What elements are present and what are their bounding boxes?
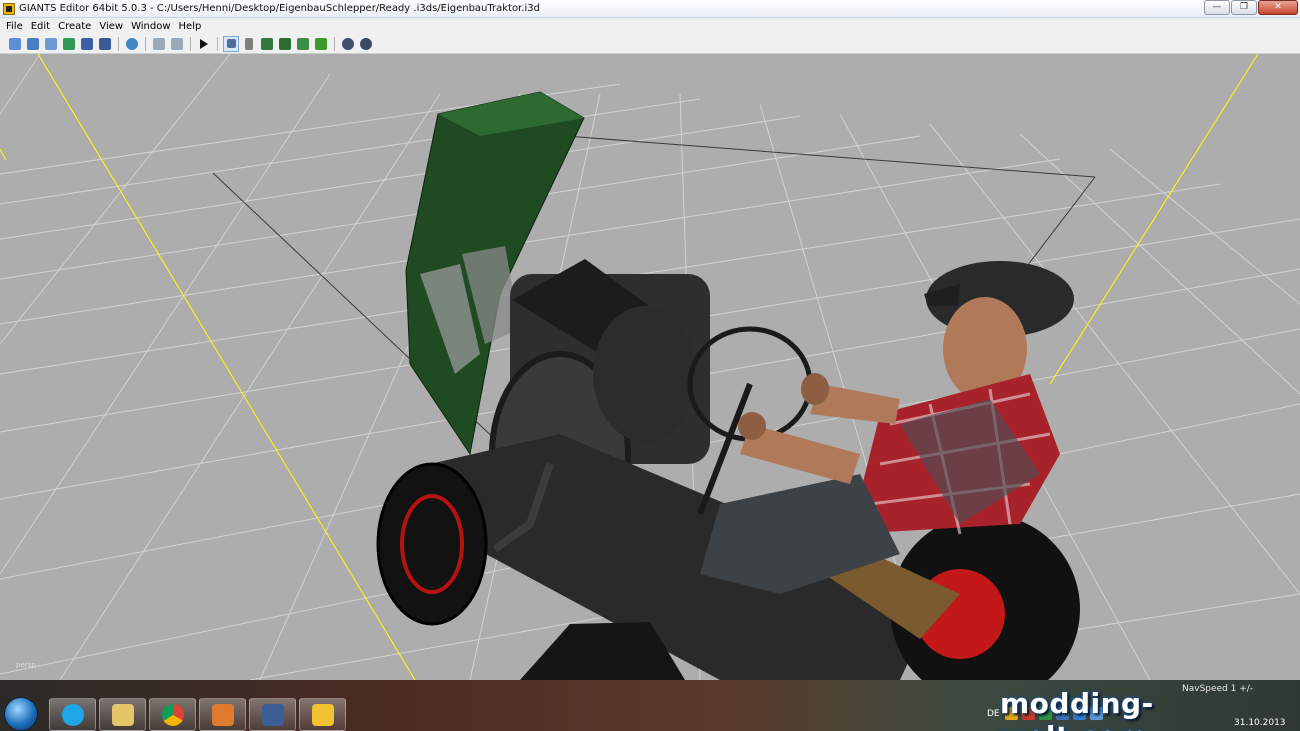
save-icon[interactable] (79, 36, 95, 52)
3d-viewport[interactable]: persp (0, 54, 1300, 680)
file-explorer-icon (111, 703, 134, 726)
taskbar-media[interactable] (199, 698, 246, 731)
terrain-paint-icon[interactable] (277, 36, 293, 52)
toolbar-separator (118, 36, 119, 51)
driver-hand (738, 412, 766, 440)
taskbar: NavSpeed 1 +/- DE modding-welt.com 31.10… (0, 680, 1300, 731)
close-button[interactable]: ✕ (1258, 0, 1298, 15)
giants-editor-icon (261, 703, 284, 726)
taskbar-chrome[interactable] (149, 698, 196, 731)
select-mode-icon[interactable] (223, 35, 239, 52)
taskbar-skype[interactable] (49, 698, 96, 731)
maximize-button[interactable]: ❐ (1231, 0, 1257, 15)
save-all-icon[interactable] (97, 36, 113, 52)
terrain-sculpt-icon[interactable] (259, 36, 275, 52)
giants-app-icon (3, 2, 15, 15)
export-icon[interactable] (61, 36, 77, 52)
toolbar-separator (334, 36, 335, 51)
menu-view[interactable]: View (97, 21, 129, 32)
chrome-icon (161, 703, 184, 726)
taskbar-explorer[interactable] (99, 698, 146, 731)
play-glyph (200, 38, 208, 49)
open-icon[interactable] (25, 36, 41, 52)
window-title: GIANTS Editor 64bit 5.0.3 - C:/Users/Hen… (19, 3, 540, 14)
plant-icon[interactable] (313, 36, 329, 52)
menu-file[interactable]: File (4, 21, 29, 32)
toolbar-separator (217, 36, 218, 51)
notes-icon (311, 703, 334, 726)
minimize-button[interactable]: — (1204, 0, 1230, 15)
menu-edit[interactable]: Edit (29, 21, 56, 32)
undo-icon[interactable] (151, 36, 167, 52)
driver-hand (801, 373, 829, 405)
foliage-paint-icon[interactable] (295, 36, 311, 52)
taskbar-giants-editor[interactable] (249, 698, 296, 731)
import-icon[interactable] (43, 36, 59, 52)
menu-window[interactable]: Window (129, 21, 176, 32)
skype-icon (61, 703, 84, 726)
refresh-icon[interactable] (124, 36, 140, 52)
window-controls: — ❐ ✕ (1204, 0, 1298, 15)
redo-icon[interactable] (169, 36, 185, 52)
settings-icon[interactable] (358, 36, 374, 52)
menu-bar: File Edit Create View Window Help (0, 18, 1300, 34)
camera-label: persp (16, 661, 36, 669)
clock-date[interactable]: 31.10.2013 (1234, 718, 1286, 728)
new-scene-icon[interactable] (7, 36, 23, 52)
engine-cylinder (593, 306, 697, 442)
toolbar (0, 34, 1300, 54)
collision-icon[interactable] (340, 36, 356, 52)
menu-help[interactable]: Help (177, 21, 208, 32)
menu-create[interactable]: Create (56, 21, 97, 32)
media-player-icon (211, 703, 234, 726)
play-icon[interactable] (196, 36, 212, 52)
scene-render (0, 54, 1300, 680)
magnet-icon[interactable] (241, 36, 257, 52)
language-indicator[interactable]: DE (987, 709, 1000, 719)
toolbar-separator (190, 36, 191, 51)
taskbar-notes[interactable] (299, 698, 346, 731)
window-title-bar: GIANTS Editor 64bit 5.0.3 - C:/Users/Hen… (0, 0, 1300, 18)
toolbar-separator (145, 36, 146, 51)
front-wheel (376, 462, 488, 626)
start-button[interactable] (4, 697, 38, 731)
